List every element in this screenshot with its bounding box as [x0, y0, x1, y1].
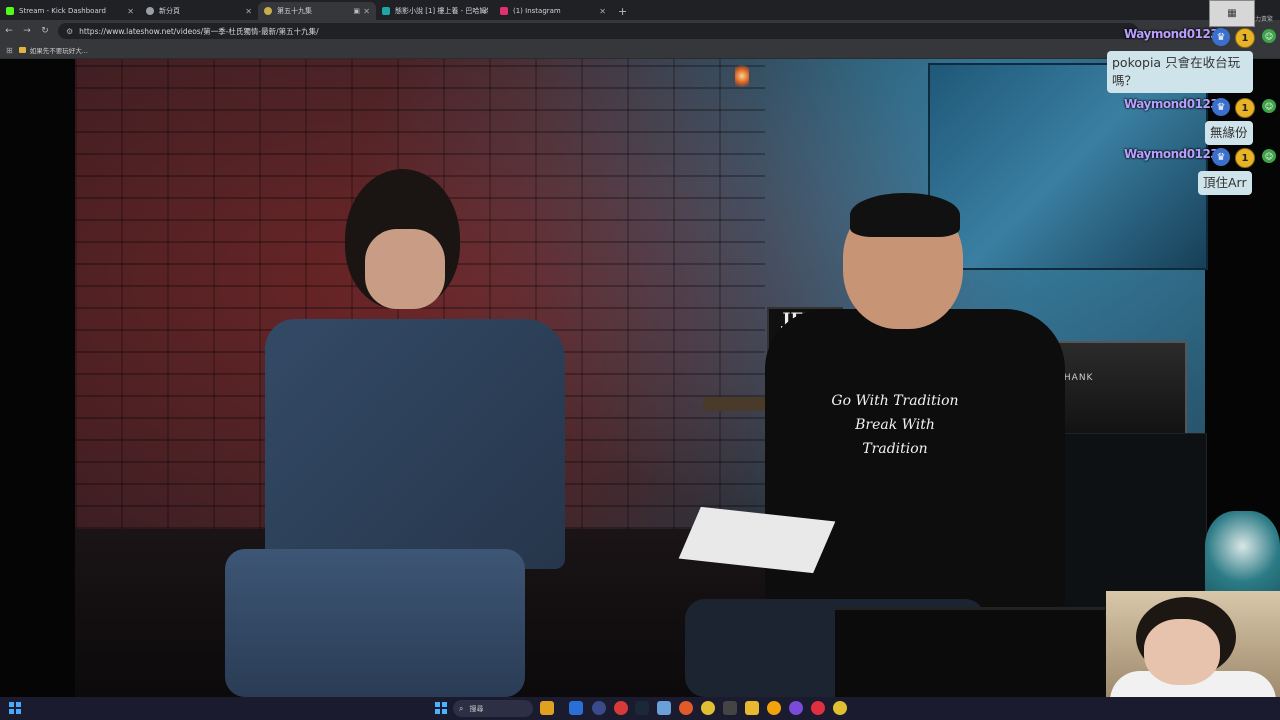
kick-favicon-icon — [6, 7, 14, 15]
chrome-alt-icon[interactable] — [833, 701, 847, 715]
denim-jacket — [265, 319, 565, 569]
address-bar-row: ← → ↻ ⚙ https://www.lateshow.net/videos/… — [0, 20, 1280, 42]
firefox-icon[interactable] — [679, 701, 693, 715]
shirt-line-1: Go With Tradition — [831, 393, 959, 409]
search-placeholder: 搜尋 — [469, 704, 484, 713]
browser-tab-bar: Stream - Kick Dashboard ✕ 新分頁 ✕ 第五十九集 ▣ … — [0, 0, 1280, 20]
url-text: https://www.lateshow.net/videos/第一季-杜氏獨情… — [79, 26, 319, 36]
crown-badge-icon: ♛ — [1212, 148, 1230, 166]
streamer-webcam — [1106, 591, 1280, 697]
forward-arrow-icon[interactable]: → — [18, 26, 36, 36]
tab-label: (1) Instagram — [513, 7, 561, 15]
rank-badge: 1 — [1235, 28, 1255, 48]
crown-badge-icon: ♛ — [1212, 98, 1230, 116]
video-frame: JEFF BECK KHANK Go With Tradition Break … — [75, 59, 1208, 697]
close-icon[interactable]: ✕ — [363, 7, 370, 16]
rank-badge: 1 — [1235, 98, 1255, 118]
music-stand — [835, 607, 1105, 697]
overlay-top-text: 力黃繁 — [1255, 16, 1274, 23]
chat-username: Waymond01234 — [1124, 27, 1227, 41]
close-icon[interactable]: ✕ — [127, 7, 134, 16]
site-info-icon[interactable]: ⚙ — [66, 27, 73, 36]
tab-new-tab[interactable]: 新分頁 ✕ — [140, 2, 258, 20]
bookmark-label: 如果先不要玩好大... — [29, 47, 88, 55]
overlay-avatar: ▦ — [1209, 0, 1255, 27]
shirt-line-2: Break With Tradition — [855, 417, 935, 457]
bahamut-favicon-icon — [382, 7, 390, 15]
apps-grid-icon[interactable]: ⊞ — [6, 46, 13, 55]
jeans — [225, 549, 525, 697]
discord-icon[interactable] — [592, 701, 606, 715]
app-icon[interactable] — [723, 701, 737, 715]
chat-username: Waymond01234 — [1124, 97, 1227, 111]
close-icon[interactable]: ✕ — [599, 7, 606, 16]
chat-message: pokopia 只會在收台玩嗎？ — [1107, 51, 1253, 93]
rank-badge: 1 — [1235, 148, 1255, 168]
tab-label: 態影小說 [1] 樓上養 - 巴哈姆特 — [395, 7, 488, 15]
steam-icon[interactable] — [635, 701, 649, 715]
globe-icon — [146, 7, 154, 15]
emote-badge-icon: ☺ — [1262, 29, 1276, 43]
bitcoin-icon[interactable] — [767, 701, 781, 715]
windows-taskbar: ⌕ 搜尋 — [0, 697, 1280, 720]
windows-logo-icon[interactable] — [9, 702, 21, 714]
chat-message: 頂住Arr — [1198, 171, 1252, 195]
weather-icon[interactable] — [540, 701, 554, 715]
tab-instagram[interactable]: (1) Instagram ✕ — [494, 2, 612, 20]
guest-person — [225, 169, 565, 697]
file-explorer-icon[interactable] — [569, 701, 583, 715]
folder-icon — [18, 47, 26, 53]
tab-bahamut[interactable]: 態影小說 [1] 樓上養 - 巴哈姆特 ✕ — [376, 2, 494, 20]
chrome-icon[interactable] — [701, 701, 715, 715]
video-player[interactable]: JEFF BECK KHANK Go With Tradition Break … — [0, 59, 1280, 697]
tab-episode-59[interactable]: 第五十九集 ▣ ✕ — [258, 2, 376, 20]
plush-toy — [1205, 511, 1280, 599]
tab-label: Stream - Kick Dashboard — [19, 7, 106, 15]
record-icon[interactable] — [811, 701, 825, 715]
emote-badge-icon: ☺ — [1262, 99, 1276, 113]
instagram-favicon-icon — [500, 7, 508, 15]
guest-face — [365, 229, 445, 309]
crown-badge-icon: ♛ — [1212, 28, 1230, 46]
streamer-face — [1144, 619, 1220, 685]
emote-badge-icon: ☺ — [1262, 149, 1276, 163]
hanging-lamp — [735, 61, 749, 91]
url-input[interactable]: ⚙ https://www.lateshow.net/videos/第一季-杜氏… — [58, 23, 1138, 39]
bookmark-folder[interactable]: 如果先不要玩好大... — [18, 45, 88, 55]
twitch-icon[interactable] — [789, 701, 803, 715]
site-favicon-icon — [264, 7, 272, 15]
host-hair — [850, 193, 960, 237]
bookmarks-bar: ⊞ 如果先不要玩好大... — [0, 42, 1280, 59]
email-icon[interactable] — [657, 701, 671, 715]
chat-message: 無緣份 — [1205, 121, 1253, 145]
start-button-icon[interactable] — [435, 702, 447, 714]
obs-icon[interactable] — [614, 701, 628, 715]
folder-icon[interactable] — [745, 701, 759, 715]
reload-icon[interactable]: ↻ — [36, 26, 54, 36]
close-icon[interactable]: ✕ — [481, 7, 488, 16]
tab-kick-dashboard[interactable]: Stream - Kick Dashboard ✕ — [0, 2, 140, 20]
tab-label: 新分頁 — [159, 7, 180, 15]
chat-username: Waymond01234 — [1124, 147, 1227, 161]
close-icon[interactable]: ✕ — [245, 7, 252, 16]
shirt-print: Go With Tradition Break With Tradition — [825, 389, 965, 461]
back-arrow-icon[interactable]: ← — [0, 26, 18, 36]
new-tab-button[interactable]: + — [618, 2, 627, 20]
picture-in-picture-icon[interactable]: ▣ — [353, 7, 360, 15]
search-icon: ⌕ — [459, 703, 464, 713]
taskbar-search[interactable]: ⌕ 搜尋 — [453, 700, 533, 717]
